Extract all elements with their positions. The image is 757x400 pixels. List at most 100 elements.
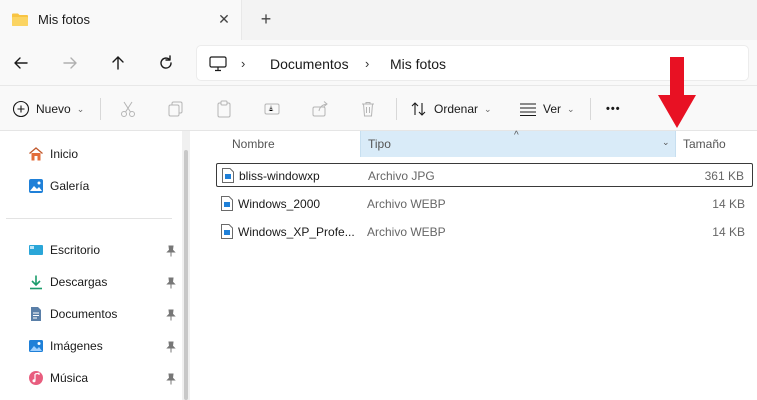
- more-icon: •••: [606, 103, 621, 115]
- breadcrumb-separator[interactable]: ›: [365, 56, 369, 71]
- sidebar-divider: [6, 218, 172, 219]
- file-list: Nombre ^ Tipo ⌄ Tamaño bliss-windowxp Ar…: [196, 130, 757, 400]
- file-type: Archivo WEBP: [367, 225, 446, 239]
- sort-button[interactable]: Ordenar ⌄: [410, 96, 492, 122]
- file-type: Archivo WEBP: [367, 197, 446, 211]
- chevron-down-icon: ⌄: [484, 103, 492, 114]
- computer-icon: [209, 56, 227, 72]
- sidebar-scrollbar-thumb[interactable]: [184, 150, 188, 400]
- rename-button[interactable]: [263, 96, 281, 122]
- sidebar-item-musica[interactable]: Música: [28, 367, 88, 389]
- pin-icon[interactable]: [166, 309, 176, 321]
- sidebar-item-label: Descargas: [50, 275, 108, 289]
- sidebar-item-imagenes[interactable]: Imágenes: [28, 335, 103, 357]
- clipboard-icon: [217, 100, 231, 118]
- scissors-icon: [121, 101, 135, 117]
- navigation-bar: › Documentos › Mis fotos: [0, 40, 757, 86]
- table-row[interactable]: Windows_2000 Archivo WEBP 14 KB: [216, 192, 753, 216]
- file-size: 14 KB: [712, 225, 745, 239]
- refresh-icon: [160, 55, 172, 69]
- column-header-label: Tipo: [368, 137, 391, 151]
- more-options-button[interactable]: •••: [606, 96, 621, 122]
- divider: [100, 98, 101, 120]
- forward-button[interactable]: [57, 50, 83, 76]
- gallery-icon: [29, 179, 43, 193]
- tab-bar: Mis fotos ✕ +: [0, 0, 757, 40]
- sidebar-item-escritorio[interactable]: Escritorio: [28, 239, 100, 261]
- home-icon: [29, 147, 43, 161]
- image-file-icon: [221, 196, 233, 211]
- column-header-label: Nombre: [232, 137, 275, 151]
- breadcrumb-documentos[interactable]: Documentos: [270, 56, 349, 72]
- delete-button[interactable]: [359, 96, 377, 122]
- pin-icon[interactable]: [166, 245, 176, 257]
- tab-title: Mis fotos: [38, 12, 91, 27]
- annotation-arrow-icon: [658, 57, 696, 128]
- navigation-pane: Inicio Galería Escritorio Descargas Docu…: [0, 131, 182, 400]
- column-header-label: Tamaño: [683, 137, 726, 151]
- sidebar-item-label: Música: [50, 371, 89, 385]
- sidebar-item-descargas[interactable]: Descargas: [28, 271, 107, 293]
- sidebar-item-label: Imágenes: [50, 339, 103, 353]
- sidebar-item-label: Escritorio: [50, 243, 101, 257]
- chevron-down-icon: ⌄: [76, 103, 85, 114]
- sort-ascending-icon: ^: [514, 130, 519, 141]
- file-name: bliss-windowxp: [239, 169, 320, 183]
- pin-icon[interactable]: [166, 277, 176, 289]
- paste-button[interactable]: [215, 96, 233, 122]
- table-row[interactable]: Windows_XP_Profe... Archivo WEBP 14 KB: [216, 220, 753, 244]
- rename-icon: [264, 103, 280, 115]
- column-header-tamano[interactable]: Tamaño: [676, 131, 757, 157]
- back-button[interactable]: [8, 50, 34, 76]
- tab-mis-fotos[interactable]: Mis fotos ✕: [0, 0, 242, 40]
- trash-icon: [362, 102, 374, 117]
- view-list-icon: [520, 103, 536, 117]
- file-type: Archivo JPG: [368, 169, 435, 183]
- copy-icon: [168, 101, 183, 117]
- music-icon: [29, 371, 43, 385]
- breadcrumb-separator[interactable]: ›: [241, 56, 245, 71]
- arrow-left-icon: [14, 57, 28, 69]
- breadcrumb-mis-fotos[interactable]: Mis fotos: [390, 56, 446, 72]
- sidebar-item-label: Inicio: [50, 147, 79, 161]
- command-bar: Nuevo ⌄ Ordenar ⌄ Ver ⌄ •••: [0, 86, 757, 131]
- sidebar-item-galeria[interactable]: Galería: [28, 175, 89, 197]
- desktop-icon: [29, 245, 43, 255]
- download-icon: [30, 275, 42, 290]
- file-name: Windows_2000: [238, 197, 321, 211]
- copy-button[interactable]: [167, 96, 185, 122]
- pictures-icon: [29, 340, 43, 352]
- sidebar-item-documentos[interactable]: Documentos: [28, 303, 117, 325]
- refresh-button[interactable]: [153, 50, 179, 76]
- file-size: 361 KB: [704, 169, 744, 183]
- chevron-down-icon: ⌄: [567, 103, 575, 114]
- share-button[interactable]: [311, 96, 329, 122]
- file-name: Windows_XP_Profe...: [238, 225, 355, 239]
- new-tab-button[interactable]: +: [256, 9, 276, 29]
- sort-button-label: Ordenar: [434, 102, 479, 116]
- up-button[interactable]: [105, 50, 131, 76]
- plus-icon: [12, 100, 30, 118]
- close-tab-icon[interactable]: ✕: [214, 9, 234, 29]
- divider: [396, 98, 397, 120]
- divider: [590, 98, 591, 120]
- table-row[interactable]: bliss-windowxp Archivo JPG 361 KB: [216, 163, 753, 187]
- arrow-up-icon: [112, 56, 124, 70]
- sort-icon: [411, 102, 426, 116]
- image-file-icon: [221, 224, 233, 239]
- new-button[interactable]: Nuevo ⌄: [12, 96, 84, 122]
- chevron-down-icon[interactable]: ⌄: [662, 137, 670, 148]
- column-header-nombre[interactable]: Nombre: [196, 131, 360, 157]
- column-header-tipo[interactable]: ^ Tipo ⌄: [360, 130, 676, 157]
- folder-icon: [12, 13, 28, 26]
- document-icon: [31, 307, 41, 321]
- share-icon: [312, 101, 328, 117]
- new-button-label: Nuevo: [36, 102, 71, 116]
- image-file-icon: [222, 168, 234, 183]
- pin-icon[interactable]: [166, 373, 176, 385]
- sidebar-item-inicio[interactable]: Inicio: [28, 143, 78, 165]
- sidebar-item-label: Documentos: [50, 307, 118, 321]
- pin-icon[interactable]: [166, 341, 176, 353]
- cut-button[interactable]: [119, 96, 137, 122]
- view-button[interactable]: Ver ⌄: [519, 96, 575, 122]
